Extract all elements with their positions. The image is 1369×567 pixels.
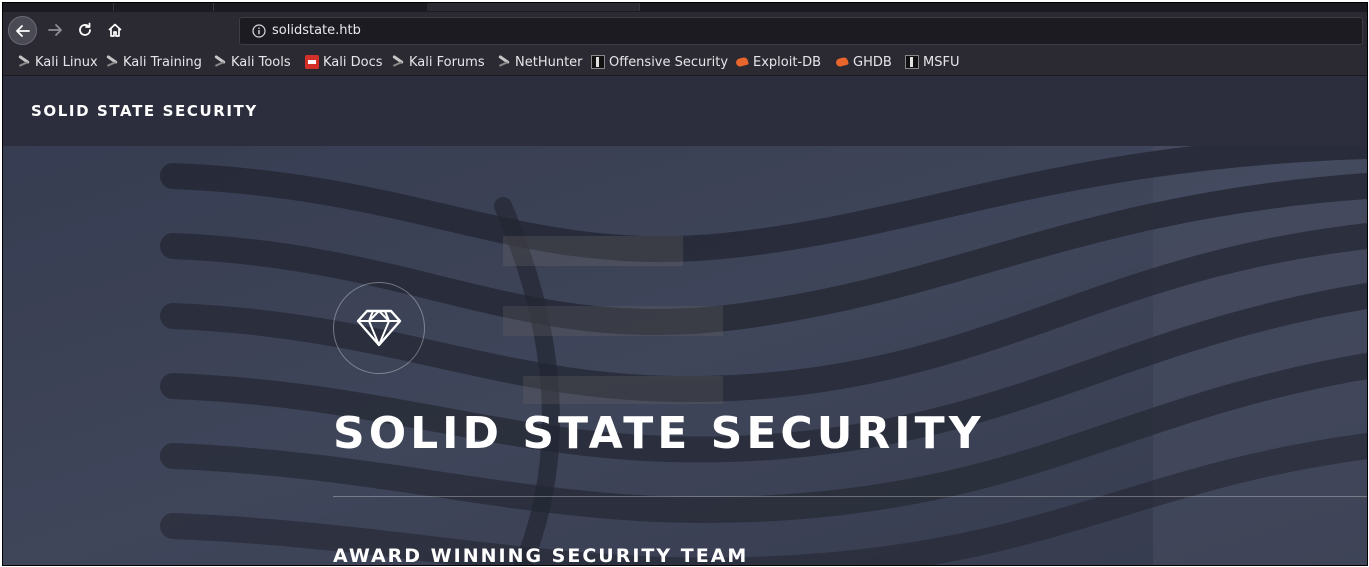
bookmark-kali-tools[interactable]: Kali Tools (213, 53, 291, 71)
bookmark-label: Kali Linux (35, 54, 98, 70)
home-icon (108, 23, 122, 37)
bookmark-label: NetHunter (515, 54, 583, 70)
site-header: SOLID STATE SECURITY (3, 76, 1367, 146)
bookmark-label: Exploit-DB (753, 54, 822, 70)
back-arrow-icon (15, 24, 30, 37)
bookmark-label: Kali Forums (409, 54, 485, 70)
bookmarks-toolbar: Kali Linux Kali Training Kali Tools Kali… (3, 49, 1367, 76)
kali-dragon-icon (105, 55, 119, 69)
offensive-security-icon (905, 55, 919, 69)
bookmark-ghdb[interactable]: GHDB (835, 53, 892, 71)
tab[interactable] (113, 3, 214, 11)
home-button[interactable] (101, 16, 129, 44)
kali-dragon-icon (213, 55, 227, 69)
browser-window: solidstate.htb Kali Linux Kali Training … (2, 2, 1368, 566)
reload-button[interactable] (71, 16, 99, 44)
offensive-security-icon (591, 55, 605, 69)
exploit-db-icon (735, 55, 749, 69)
bookmark-kali-linux[interactable]: Kali Linux (17, 53, 98, 71)
bookmark-label: Kali Training (123, 54, 202, 70)
site-header-title[interactable]: SOLID STATE SECURITY (31, 102, 258, 120)
back-button[interactable] (8, 16, 37, 45)
tab[interactable] (213, 3, 428, 11)
site-info-icon[interactable] (252, 24, 266, 38)
web-page: SOLID STATE SECURITY SOLID STATE SECURIT… (3, 76, 1367, 565)
bookmark-label: GHDB (853, 54, 892, 70)
bookmark-exploit-db[interactable]: Exploit-DB (735, 53, 821, 71)
hero-title: SOLID STATE SECURITY (333, 408, 985, 459)
tab-strip (3, 3, 1367, 12)
bookmark-label: Offensive Security (609, 54, 729, 70)
bookmark-label: Kali Docs (323, 54, 383, 70)
bookmark-kali-docs[interactable]: Kali Docs (305, 53, 383, 71)
hero-subtitle: AWARD WINNING SECURITY TEAM (333, 545, 749, 565)
kali-dragon-icon (17, 55, 31, 69)
bookmark-label: MSFU (923, 54, 960, 70)
url-text[interactable]: solidstate.htb (272, 23, 361, 38)
forward-arrow-icon (48, 24, 62, 36)
diamond-icon (356, 309, 402, 347)
bookmark-msfu[interactable]: MSFU (905, 53, 959, 71)
diamond-icon-circle (333, 282, 425, 374)
bookmark-kali-forums[interactable]: Kali Forums (391, 53, 485, 71)
bookmark-label: Kali Tools (231, 54, 291, 70)
tab-active[interactable] (427, 3, 640, 11)
exploit-db-icon (835, 55, 849, 69)
tab[interactable] (3, 3, 114, 11)
navigation-toolbar: solidstate.htb (3, 12, 1367, 49)
building-background-image (3, 146, 1367, 565)
kali-dragon-icon (391, 55, 405, 69)
bookmark-kali-training[interactable]: Kali Training (105, 53, 202, 71)
forward-button[interactable] (41, 16, 69, 44)
bookmark-nethunter[interactable]: NetHunter (497, 53, 583, 71)
reload-icon (79, 22, 91, 36)
hero-banner: SOLID STATE SECURITY AWARD WINNING SECUR… (3, 146, 1367, 565)
address-bar[interactable]: solidstate.htb (239, 17, 1363, 45)
bookmark-offensive-security[interactable]: Offensive Security (591, 53, 728, 71)
nethunter-icon (497, 55, 511, 69)
kali-docs-icon (305, 55, 319, 69)
hero-divider (333, 496, 1367, 497)
